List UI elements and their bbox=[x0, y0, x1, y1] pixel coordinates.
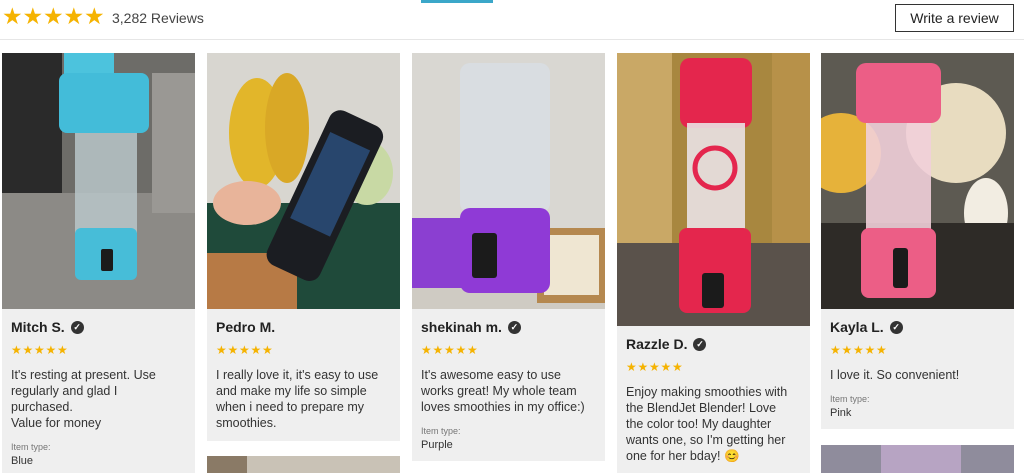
star-icon: ★ bbox=[841, 343, 853, 357]
reviewer-name: Mitch S. bbox=[11, 319, 65, 335]
black-blender-photo[interactable] bbox=[207, 53, 400, 309]
review-card: Pedro M. ★ ★ ★ ★ ★ I really love it, it's ea… bbox=[207, 53, 400, 441]
star-icon: ★ bbox=[43, 3, 64, 29]
star-icon: ★ bbox=[22, 3, 44, 29]
item-type-value: Pink bbox=[830, 407, 852, 419]
star-icon: ★ bbox=[455, 343, 467, 357]
red-blender-photo[interactable] bbox=[617, 53, 810, 326]
review-text-line: and make my life so simple bbox=[216, 384, 367, 398]
star-icon: ★ bbox=[672, 360, 683, 374]
review-text: Enjoy making smoothies with the BlendJet… bbox=[626, 384, 801, 464]
write-review-button[interactable]: Write a review bbox=[895, 4, 1014, 32]
star-icon: ★ bbox=[2, 3, 23, 29]
review-text-line: I love it. So convenient! bbox=[830, 368, 960, 382]
star-icon: ★ bbox=[239, 343, 250, 357]
reviewer-name: Kayla L. bbox=[830, 319, 884, 335]
blue-blender-photo[interactable] bbox=[2, 53, 195, 309]
item-type-label: Item type: bbox=[830, 394, 870, 404]
item-type-label: Item type: bbox=[11, 442, 51, 452]
review-text-line: wants one, so I'm getting her bbox=[626, 433, 786, 447]
review-rating: ★ ★ ★ ★ ★ bbox=[11, 344, 186, 356]
star-icon: ★ bbox=[864, 343, 876, 357]
review-text-line: purchased. bbox=[11, 400, 73, 414]
review-text: It's resting at present. Use regularly a… bbox=[11, 367, 186, 431]
star-icon: ★ bbox=[262, 343, 273, 357]
star-icon: ★ bbox=[22, 343, 34, 357]
review-text: I love it. So convenient! bbox=[830, 367, 1005, 383]
review-text-line: It's resting at present. Use bbox=[11, 368, 156, 382]
review-text-line: loves smoothies in my office:) bbox=[421, 400, 585, 414]
review-rating: ★ ★ ★ ★ ★ bbox=[830, 344, 1005, 356]
star-icon: ★ bbox=[467, 343, 478, 357]
reviews-header: ★ ★ ★ ★ ★ 3,282 Reviews Write a review bbox=[0, 0, 1024, 40]
star-icon: ★ bbox=[57, 343, 68, 357]
next-review-photo[interactable] bbox=[207, 456, 400, 473]
review-text-line: It's awesome easy to use bbox=[421, 368, 561, 382]
tab-indicator bbox=[421, 0, 493, 3]
review-text-line: when i need to prepare my bbox=[216, 400, 365, 414]
review-rating: ★ ★ ★ ★ ★ bbox=[626, 361, 801, 373]
star-icon: ★ bbox=[45, 343, 57, 357]
reviewer-name: Razzle D. bbox=[626, 336, 688, 352]
verified-check-icon: ✓ bbox=[507, 320, 521, 334]
star-icon: ★ bbox=[421, 343, 432, 357]
star-icon: ★ bbox=[876, 343, 887, 357]
review-card: Razzle D. ✓ ★ ★ ★ ★ ★ Enjoy making smoothies… bbox=[617, 53, 810, 473]
star-icon: ★ bbox=[660, 360, 672, 374]
review-text-line: Value for money bbox=[11, 416, 102, 430]
pink-blender-photo[interactable] bbox=[821, 53, 1014, 309]
review-rating: ★ ★ ★ ★ ★ bbox=[216, 344, 391, 356]
star-icon: ★ bbox=[227, 343, 239, 357]
star-icon: ★ bbox=[11, 343, 22, 357]
star-icon: ★ bbox=[626, 360, 637, 374]
review-text-line: the color too! My daughter bbox=[626, 417, 772, 431]
review-text-line: works great! My whole team bbox=[421, 384, 577, 398]
star-icon: ★ bbox=[84, 3, 105, 29]
review-rating: ★ ★ ★ ★ ★ bbox=[421, 344, 596, 356]
review-count[interactable]: 3,282 Reviews bbox=[112, 10, 204, 26]
star-icon: ★ bbox=[444, 343, 455, 357]
star-icon: ★ bbox=[853, 343, 864, 357]
star-icon: ★ bbox=[63, 3, 85, 29]
star-icon: ★ bbox=[830, 343, 841, 357]
review-text-line: one for her bday! 😊 bbox=[626, 449, 740, 463]
reviewer-name: Pedro M. bbox=[216, 319, 276, 335]
star-icon: ★ bbox=[250, 343, 262, 357]
reviewer-name: shekinah m. bbox=[421, 319, 502, 335]
review-text-line: smoothies. bbox=[216, 416, 277, 430]
star-icon: ★ bbox=[649, 360, 660, 374]
review-text-line: Enjoy making smoothies with bbox=[626, 385, 788, 399]
verified-check-icon: ✓ bbox=[889, 320, 903, 334]
overall-rating: ★ ★ ★ ★ ★ bbox=[2, 5, 105, 28]
purple-blender-photo[interactable] bbox=[412, 53, 605, 309]
star-icon: ★ bbox=[34, 343, 45, 357]
verified-check-icon: ✓ bbox=[70, 320, 84, 334]
review-text-line: regularly and glad I bbox=[11, 384, 118, 398]
review-text-line: I really love it, it's easy to use bbox=[216, 368, 379, 382]
star-icon: ★ bbox=[432, 343, 444, 357]
item-type-label: Item type: bbox=[421, 426, 461, 436]
review-text: It's awesome easy to use works great! My… bbox=[421, 367, 596, 415]
verified-check-icon: ✓ bbox=[693, 337, 707, 351]
star-icon: ★ bbox=[637, 360, 649, 374]
review-card: shekinah m. ✓ ★ ★ ★ ★ ★ It's awesome easy to… bbox=[412, 53, 605, 461]
review-card: Mitch S. ✓ ★ ★ ★ ★ ★ It's resting at present… bbox=[2, 53, 195, 473]
review-card: Kayla L. ✓ ★ ★ ★ ★ ★ I love it. So convenien… bbox=[821, 53, 1014, 429]
next-review-photo[interactable] bbox=[821, 445, 1014, 473]
review-text-line: the BlendJet Blender! Love bbox=[626, 401, 777, 415]
review-text: I really love it, it's easy to use and m… bbox=[216, 367, 391, 431]
item-type-value: Blue bbox=[11, 455, 34, 467]
star-icon: ★ bbox=[216, 343, 227, 357]
item-type-value: Purple bbox=[421, 439, 453, 451]
